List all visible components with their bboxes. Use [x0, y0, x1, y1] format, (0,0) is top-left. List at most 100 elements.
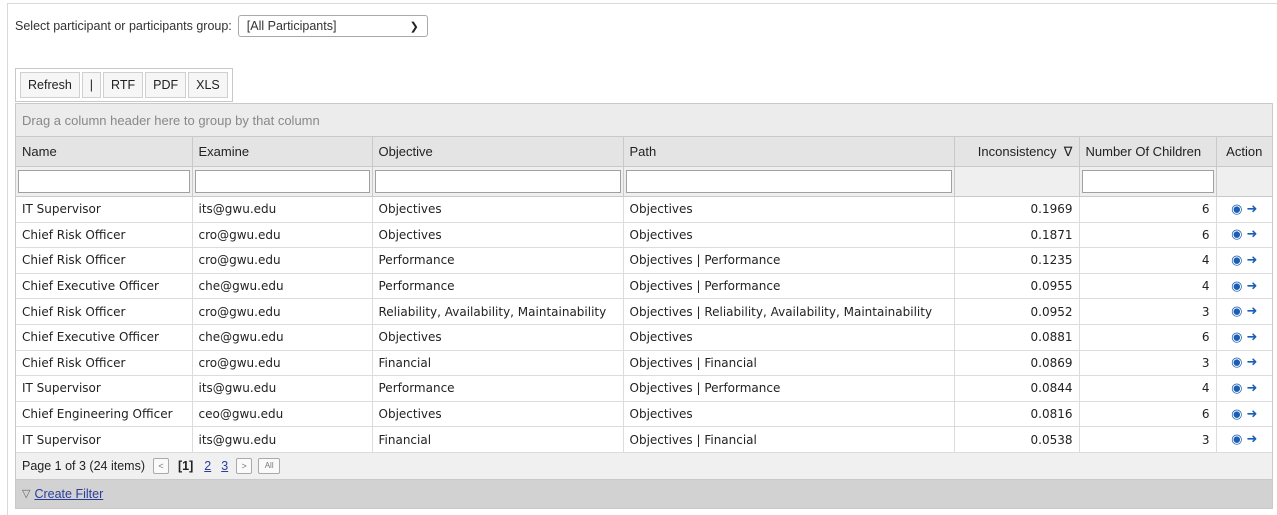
cell-inconsistency: 0.1235 [954, 247, 1080, 274]
filter-input-path[interactable] [625, 170, 952, 193]
table-row[interactable]: Chief Risk Officer cro@gwu.edu Reliability… [16, 298, 1272, 325]
table-row[interactable]: Chief Engineering Officer ceo@gwu.edu Obje… [16, 401, 1272, 428]
cell-number-of-children: 3 [1079, 350, 1217, 377]
eye-icon[interactable]: ◉ [1231, 355, 1242, 370]
column-header-action: Action [1216, 137, 1272, 167]
filter-input-objective[interactable] [374, 170, 621, 193]
table-row[interactable]: IT Supervisor its@gwu.edu Performance Objec… [16, 375, 1272, 402]
table-row[interactable]: Chief Risk Officer cro@gwu.edu Financial Ob… [16, 350, 1272, 377]
header-row: Name Examine Objective Path Inconsistenc… [16, 137, 1272, 167]
participant-select[interactable]: [All Participants] ❯ [237, 15, 428, 37]
pager-page-2[interactable]: 2 [204, 459, 211, 473]
cell-name: Chief Risk Officer [16, 247, 193, 274]
cell-examine: che@gwu.edu [192, 273, 373, 300]
sign-in-icon[interactable]: ➜ [1246, 202, 1257, 217]
toolbar-separator: | [81, 72, 102, 98]
table-row[interactable]: Chief Risk Officer cro@gwu.edu Objectives O… [16, 222, 1272, 249]
cell-examine: che@gwu.edu [192, 324, 373, 351]
results-table: Name Examine Objective Path Inconsistenc… [16, 137, 1272, 453]
column-header-path[interactable]: Path [623, 137, 955, 167]
table-row[interactable]: Chief Risk Officer cro@gwu.edu Performance… [16, 247, 1272, 274]
cell-examine: cro@gwu.edu [192, 222, 373, 249]
pager-next-button[interactable]: > [236, 457, 253, 474]
cell-number-of-children: 3 [1079, 426, 1217, 453]
filter-input-examine[interactable] [194, 170, 370, 193]
eye-icon[interactable]: ◉ [1231, 227, 1242, 242]
grid-body: IT Supervisor its@gwu.edu Objectives Object… [16, 196, 1272, 453]
eye-icon[interactable]: ◉ [1231, 304, 1242, 319]
sign-in-icon[interactable]: ➜ [1246, 355, 1257, 370]
sign-in-icon[interactable]: ➜ [1246, 304, 1257, 319]
filter-row [16, 166, 1272, 197]
cell-examine: cro@gwu.edu [192, 350, 373, 377]
sign-in-icon[interactable]: ➜ [1246, 279, 1257, 294]
export-rtf-button[interactable]: RTF [103, 72, 144, 98]
eye-icon[interactable]: ◉ [1231, 432, 1242, 447]
cell-path: Objectives [623, 222, 955, 249]
table-row[interactable]: IT Supervisor its@gwu.edu Financial Objecti… [16, 426, 1272, 453]
cell-objective: Performance [372, 273, 624, 300]
cell-path: Objectives [623, 324, 955, 351]
cell-path: Objectives [623, 196, 955, 223]
cell-path: Objectives [623, 401, 955, 428]
filter-cell-name [16, 166, 193, 197]
participant-selector-label: Select participant or participants group… [15, 19, 232, 33]
cell-number-of-children: 6 [1079, 222, 1217, 249]
pager-prev-button[interactable]: < [152, 457, 169, 474]
filter-cell-objective [372, 166, 624, 197]
cell-examine: cro@gwu.edu [192, 247, 373, 274]
create-filter-link[interactable]: Create Filter [34, 487, 103, 501]
refresh-button[interactable]: Refresh [20, 72, 80, 98]
cell-number-of-children: 3 [1079, 298, 1217, 325]
cell-name: IT Supervisor [16, 426, 193, 453]
sort-descending-icon: ∇ [1063, 143, 1073, 159]
pager-all-button[interactable]: All [258, 457, 281, 474]
cell-objective: Performance [372, 247, 624, 274]
cell-number-of-children: 4 [1079, 247, 1217, 274]
cell-objective: Performance [372, 375, 624, 402]
filter-input-name[interactable] [18, 170, 190, 193]
filter-bar: ▽ Create Filter [16, 479, 1272, 508]
sign-in-icon[interactable]: ➜ [1246, 407, 1257, 422]
eye-icon[interactable]: ◉ [1231, 279, 1242, 294]
column-header-name[interactable]: Name [16, 137, 193, 167]
eye-icon[interactable]: ◉ [1231, 381, 1242, 396]
eye-icon[interactable]: ◉ [1231, 253, 1242, 268]
cell-action: ◉ ➜ [1216, 401, 1272, 428]
column-header-number-of-children[interactable]: Number Of Children [1079, 137, 1217, 167]
eye-icon[interactable]: ◉ [1231, 330, 1242, 345]
table-row[interactable]: Chief Executive Officer che@gwu.edu Object… [16, 324, 1272, 351]
column-header-examine[interactable]: Examine [192, 137, 373, 167]
pager-page-3[interactable]: 3 [221, 459, 228, 473]
cell-action: ◉ ➜ [1216, 298, 1272, 325]
filter-cell-action [1216, 166, 1272, 197]
cell-objective: Financial [372, 426, 624, 453]
eye-icon[interactable]: ◉ [1231, 202, 1242, 217]
sign-in-icon[interactable]: ➜ [1246, 432, 1257, 447]
sign-in-icon[interactable]: ➜ [1246, 253, 1257, 268]
cell-action: ◉ ➜ [1216, 350, 1272, 377]
cell-examine: its@gwu.edu [192, 426, 373, 453]
table-row[interactable]: Chief Executive Officer che@gwu.edu Perfor… [16, 273, 1272, 300]
sign-in-icon[interactable]: ➜ [1246, 227, 1257, 242]
export-xls-button[interactable]: XLS [188, 72, 228, 98]
cell-inconsistency: 0.1969 [954, 196, 1080, 223]
sign-in-icon[interactable]: ➜ [1246, 381, 1257, 396]
column-header-objective[interactable]: Objective [372, 137, 624, 167]
cell-path: Objectives | Reliability, Availability, … [623, 298, 955, 325]
table-row[interactable]: IT Supervisor its@gwu.edu Objectives Object… [16, 196, 1272, 223]
export-toolbar: Refresh | RTF PDF XLS [15, 68, 233, 102]
filter-cell-path [623, 166, 955, 197]
column-header-inconsistency[interactable]: Inconsistency ∇ [954, 137, 1080, 167]
cell-inconsistency: 0.0952 [954, 298, 1080, 325]
cell-name: IT Supervisor [16, 375, 193, 402]
group-by-panel[interactable]: Drag a column header here to group by th… [16, 104, 1272, 137]
cell-inconsistency: 0.0844 [954, 375, 1080, 402]
cell-objective: Financial [372, 350, 624, 377]
export-pdf-button[interactable]: PDF [145, 72, 187, 98]
eye-icon[interactable]: ◉ [1231, 407, 1242, 422]
sign-in-icon[interactable]: ➜ [1246, 330, 1257, 345]
filter-input-number-of-children[interactable] [1081, 170, 1214, 193]
cell-examine: ceo@gwu.edu [192, 401, 373, 428]
cell-name: Chief Executive Officer [16, 324, 193, 351]
